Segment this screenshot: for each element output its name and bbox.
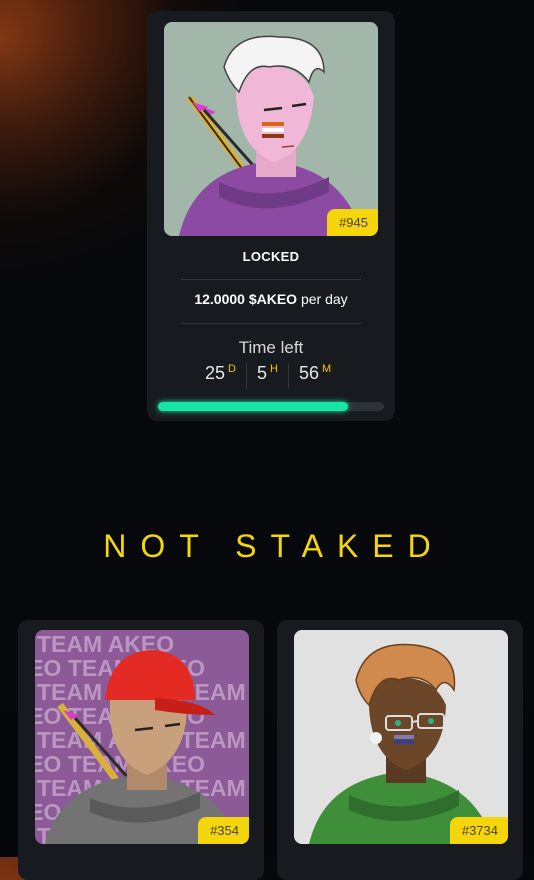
- reward-rate: 12.0000 $AKEO per day: [147, 291, 395, 307]
- unstaked-nft-card[interactable]: #3734: [277, 620, 523, 880]
- svg-text:AKEO TEAM AKEO: AKEO TEAM AKEO: [35, 751, 205, 777]
- countdown-days-unit: D: [228, 363, 236, 375]
- countdown-days-value: 25: [205, 363, 226, 383]
- section-title: NOT STAKED: [103, 528, 445, 564]
- token-id-badge: #354: [198, 817, 249, 844]
- nft-image[interactable]: TEAM AKEO AKEO TEAM AKEO TEAM AKEO TEAM …: [35, 630, 249, 844]
- divider: [181, 323, 361, 324]
- stake-progress-fill: [158, 402, 348, 411]
- countdown-hours-value: 5: [256, 363, 267, 383]
- reward-period: per day: [297, 291, 348, 307]
- countdown-minutes-unit: M: [321, 363, 332, 375]
- countdown-days: 25 D: [195, 363, 246, 389]
- countdown-hours-unit: H: [270, 363, 278, 375]
- stake-status: LOCKED: [242, 249, 300, 264]
- reward-amount: 12.0000 $AKEO: [194, 291, 298, 307]
- stake-progress-bar: [158, 402, 384, 411]
- countdown-minutes: 56 M: [289, 363, 341, 389]
- countdown-timer: 25 D 5 H 56 M: [195, 363, 341, 389]
- countdown-minutes-value: 56: [298, 363, 319, 383]
- nft-image[interactable]: #945: [164, 22, 378, 236]
- divider: [181, 279, 361, 280]
- staked-nft-card: #945 LOCKED 12.0000 $AKEO per day Time l…: [147, 11, 395, 421]
- time-left-label: Time left: [238, 338, 304, 357]
- countdown-hours: 5 H: [247, 363, 288, 389]
- nft-image[interactable]: #3734: [294, 630, 508, 844]
- token-id-badge: #3734: [449, 817, 508, 844]
- token-id-badge: #945: [327, 209, 378, 236]
- unstaked-nft-card[interactable]: TEAM AKEO AKEO TEAM AKEO TEAM AKEO TEAM …: [18, 620, 264, 880]
